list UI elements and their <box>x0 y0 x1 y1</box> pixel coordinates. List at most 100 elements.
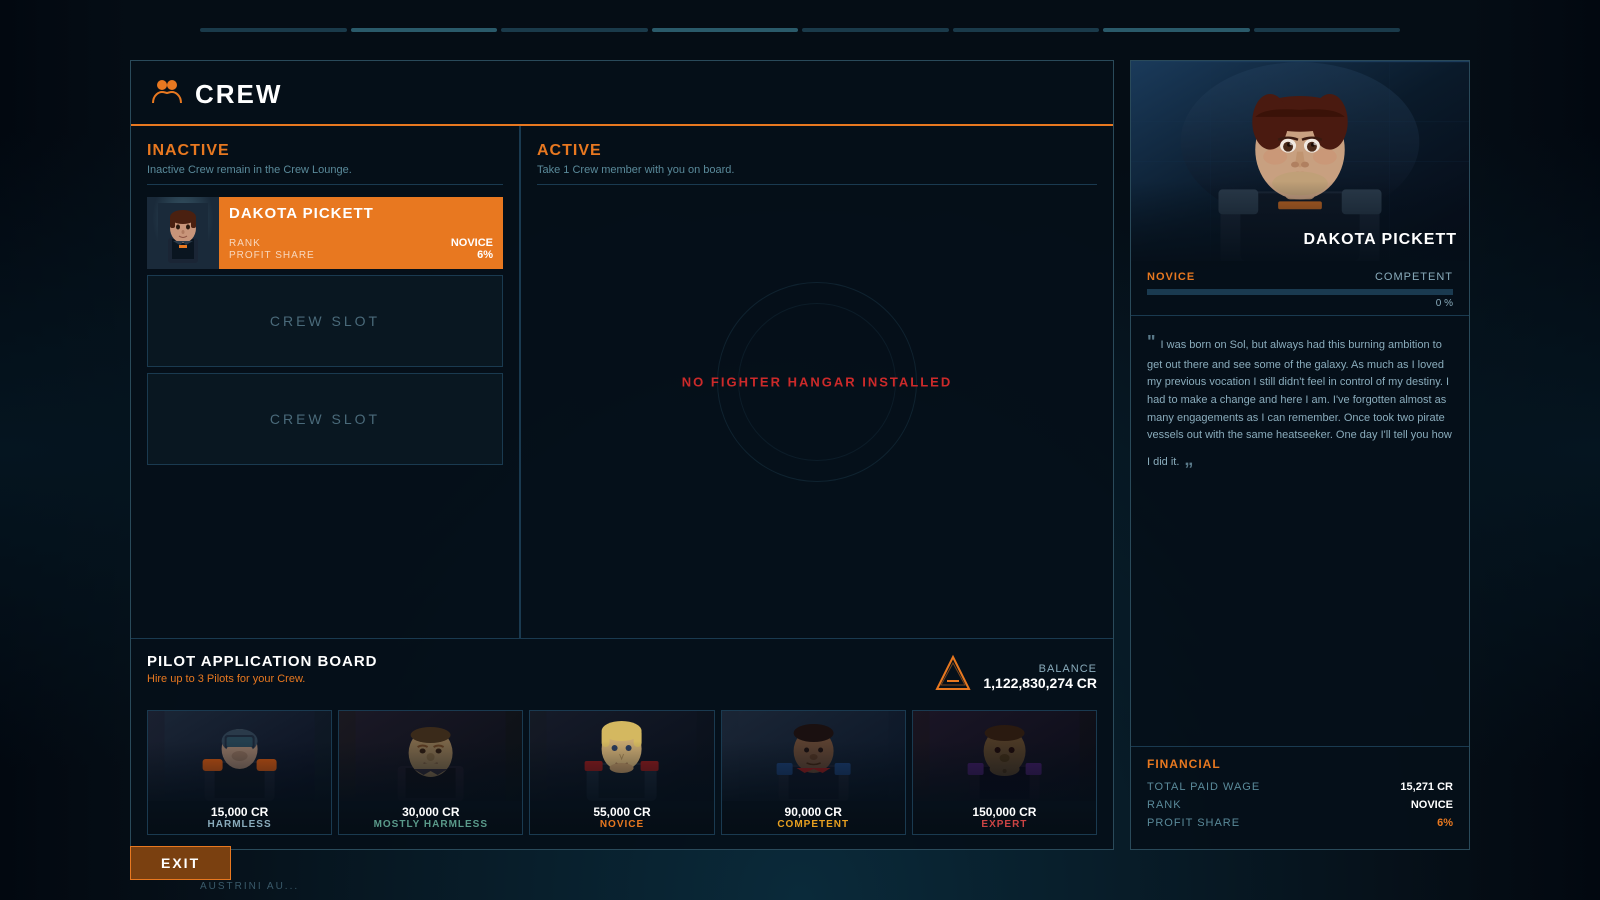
quote-close: „ <box>1179 449 1193 469</box>
inactive-title: INACTIVE <box>147 142 503 160</box>
xp-bar-container <box>1147 289 1453 295</box>
rank-label: RANK <box>229 238 261 249</box>
character-name: DAKOTA PICKETT <box>1303 231 1457 249</box>
crew-icon <box>151 77 183 112</box>
xp-section: NOVICE COMPETENT 0 % <box>1131 261 1469 316</box>
page-title: CREW <box>195 79 282 110</box>
pilot-2-cost: 30,000 CR <box>345 805 516 819</box>
board-header: PILOT APPLICATION BOARD Hire up to 3 Pil… <box>147 653 1097 700</box>
fin-rank-label: RANK <box>1147 799 1182 811</box>
status-text: AUSTRINI AU... <box>200 881 299 892</box>
pilot-3-footer: 55,000 CR NOVICE <box>530 801 713 834</box>
pilot-card-3[interactable]: 55,000 CR NOVICE <box>529 710 714 835</box>
portrait-overlay <box>1131 181 1469 261</box>
wage-label: TOTAL PAID WAGE <box>1147 781 1260 793</box>
bio-section: " I was born on Sol, but always had this… <box>1131 316 1469 746</box>
top-bar-4 <box>652 28 799 32</box>
xp-percent: 0 % <box>1147 298 1453 309</box>
crew-body: INACTIVE Inactive Crew remain in the Cre… <box>131 126 1113 638</box>
pilots-row: 15,000 CR HARMLESS <box>147 710 1097 835</box>
inactive-subtitle: Inactive Crew remain in the Crew Lounge. <box>147 164 503 185</box>
top-bar-6 <box>953 28 1100 32</box>
balance-amount: 1,122,830,274 CR <box>983 675 1097 691</box>
financial-section: FINANCIAL TOTAL PAID WAGE 15,271 CR RANK… <box>1131 746 1469 849</box>
crew-member-dakota[interactable]: DAKOTA PICKETT RANK NOVICE PROFIT SHARE … <box>147 197 503 269</box>
detail-panel: DAKOTA PICKETT NOVICE COMPETENT 0 % " I … <box>1130 60 1470 850</box>
side-panel-left <box>0 0 130 900</box>
pilot-card-4[interactable]: 90,000 CR COMPETENT <box>721 710 906 835</box>
crew-name: DAKOTA PICKETT <box>229 205 493 222</box>
pilot-card-5[interactable]: 150,000 CR EXPERT <box>912 710 1097 835</box>
fin-profit-label: PROFIT SHARE <box>1147 817 1240 829</box>
financial-row-profit: PROFIT SHARE 6% <box>1147 817 1453 829</box>
pilot-4-footer: 90,000 CR COMPETENT <box>722 801 905 834</box>
pilot-5-footer: 150,000 CR EXPERT <box>913 801 1096 834</box>
quote-open: " <box>1147 332 1161 352</box>
xp-rank-right: COMPETENT <box>1375 271 1453 283</box>
pilot-5-overlay <box>913 741 1096 801</box>
crew-panel: CREW INACTIVE Inactive Crew remain in th… <box>130 60 1114 850</box>
side-panel-right <box>1470 0 1600 900</box>
no-hangar-message: NO FIGHTER HANGAR INSTALLED <box>682 375 952 390</box>
bio-text: " I was born on Sol, but always had this… <box>1147 328 1453 474</box>
crew-slot-2[interactable]: CREW SLOT <box>147 373 503 465</box>
top-decorative-bars <box>0 0 1600 60</box>
pilot-5-cost: 150,000 CR <box>919 805 1090 819</box>
pilot-2-rank: MOSTLY HARMLESS <box>345 819 516 830</box>
board-subtitle: Hire up to 3 Pilots for your Crew. <box>147 673 378 685</box>
exit-label: EXIT <box>161 855 200 871</box>
pilot-1-footer: 15,000 CR HARMLESS <box>148 801 331 834</box>
portrait-bg: DAKOTA PICKETT <box>1131 61 1469 261</box>
top-bar-7 <box>1103 28 1250 32</box>
active-section: ACTIVE Take 1 Crew member with you on bo… <box>521 126 1113 638</box>
fin-rank-value: NOVICE <box>1411 799 1453 811</box>
pilot-1-rank: HARMLESS <box>154 819 325 830</box>
pilot-4-cost: 90,000 CR <box>728 805 899 819</box>
pilot-3-portrait <box>530 711 713 801</box>
crew-slot-1-label: CREW SLOT <box>270 313 380 329</box>
pilot-5-portrait <box>913 711 1096 801</box>
balance-details: BALANCE 1,122,830,274 CR <box>983 663 1097 691</box>
bottom-status: AUSTRINI AU... <box>200 881 299 892</box>
crew-info: DAKOTA PICKETT RANK NOVICE PROFIT SHARE … <box>219 197 503 269</box>
crew-slot-1[interactable]: CREW SLOT <box>147 275 503 367</box>
balance-icon <box>933 653 973 700</box>
pilot-1-cost: 15,000 CR <box>154 805 325 819</box>
pilot-1-portrait <box>148 711 331 801</box>
crew-stats-profit: PROFIT SHARE 6% <box>229 249 493 261</box>
pilot-4-portrait <box>722 711 905 801</box>
balance-label: BALANCE <box>983 663 1097 675</box>
financial-row-rank: RANK NOVICE <box>1147 799 1453 811</box>
dakota-avatar <box>147 197 219 269</box>
exit-button[interactable]: EXIT <box>130 846 231 880</box>
financial-row-wage: TOTAL PAID WAGE 15,271 CR <box>1147 781 1453 793</box>
profit-label: PROFIT SHARE <box>229 250 315 261</box>
pilot-3-rank: NOVICE <box>536 819 707 830</box>
pilot-card-1[interactable]: 15,000 CR HARMLESS <box>147 710 332 835</box>
wage-value: 15,271 CR <box>1400 781 1453 793</box>
crew-slot-2-label: CREW SLOT <box>270 411 380 427</box>
inactive-section: INACTIVE Inactive Crew remain in the Cre… <box>131 126 521 638</box>
crew-header: CREW <box>131 61 1113 126</box>
rank-value: NOVICE <box>451 237 493 249</box>
pilot-2-footer: 30,000 CR MOSTLY HARMLESS <box>339 801 522 834</box>
pilot-1-overlay <box>148 741 331 801</box>
top-bar-3 <box>501 28 648 32</box>
top-bar-2 <box>351 28 498 32</box>
pilot-card-2[interactable]: 30,000 CR MOSTLY HARMLESS <box>338 710 523 835</box>
xp-rank-left: NOVICE <box>1147 271 1195 283</box>
dakota-face-svg <box>158 203 208 263</box>
active-subtitle: Take 1 Crew member with you on board. <box>537 164 1097 185</box>
board-title: PILOT APPLICATION BOARD <box>147 653 378 670</box>
pilot-3-overlay <box>530 741 713 801</box>
pilot-4-rank: COMPETENT <box>728 819 899 830</box>
pilot-2-overlay <box>339 741 522 801</box>
top-bar-8 <box>1254 28 1401 32</box>
xp-labels: NOVICE COMPETENT <box>1147 271 1453 283</box>
pilot-4-overlay <box>722 741 905 801</box>
top-bar-5 <box>802 28 949 32</box>
avatar-inner <box>147 197 219 269</box>
fin-profit-value: 6% <box>1437 817 1453 829</box>
active-title: ACTIVE <box>537 142 1097 160</box>
top-bar-1 <box>200 28 347 32</box>
